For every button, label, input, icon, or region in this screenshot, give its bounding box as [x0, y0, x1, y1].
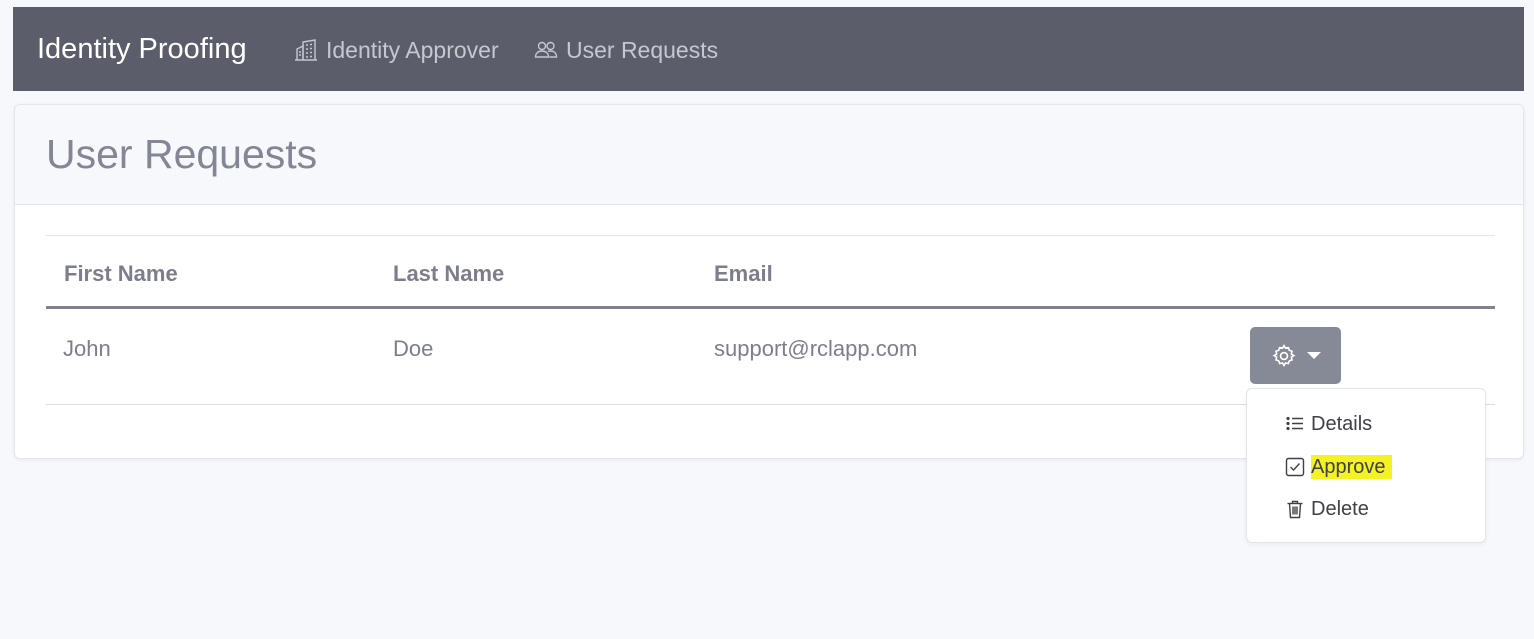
cell-email: support@rclapp.com — [714, 336, 918, 361]
menu-item-label: Approve — [1311, 455, 1392, 479]
gear-icon — [1272, 343, 1295, 367]
card-header: User Requests — [15, 105, 1523, 205]
nav-link-label: User Requests — [566, 37, 719, 63]
nav-link-identity-approver[interactable]: Identity Approver — [294, 35, 499, 65]
top-navbar: Identity Proofing Identity Approver User… — [13, 7, 1524, 91]
menu-item-label: Details — [1311, 413, 1373, 435]
trash-icon — [1285, 499, 1305, 519]
menu-item-approve[interactable]: Approve — [1285, 455, 1392, 479]
cell-last-name: Doe — [393, 336, 434, 361]
nav-link-user-requests[interactable]: User Requests — [534, 35, 718, 65]
menu-item-delete[interactable]: Delete — [1285, 497, 1369, 521]
row-actions-button[interactable] — [1250, 327, 1341, 384]
people-icon — [534, 38, 558, 62]
list-icon — [1285, 414, 1305, 434]
cell-first-name: John — [63, 336, 111, 361]
chevron-down-icon — [1306, 352, 1321, 359]
table-header-row: First Name Last Name Email — [46, 235, 1495, 309]
brand-title[interactable]: Identity Proofing — [37, 31, 247, 67]
column-header-email: Email — [714, 261, 773, 286]
nav-link-label: Identity Approver — [326, 37, 499, 63]
row-actions-dropdown: Details Approve Delete — [1246, 388, 1486, 543]
page-title: User Requests — [46, 131, 318, 177]
user-requests-table: First Name Last Name Email John Doe supp… — [46, 235, 1495, 405]
building-icon — [294, 38, 318, 62]
menu-item-label: Delete — [1311, 498, 1369, 520]
column-header-last-name: Last Name — [393, 261, 505, 286]
check-square-icon — [1285, 457, 1305, 477]
column-header-first-name: First Name — [64, 261, 178, 286]
menu-item-details[interactable]: Details — [1285, 412, 1372, 436]
